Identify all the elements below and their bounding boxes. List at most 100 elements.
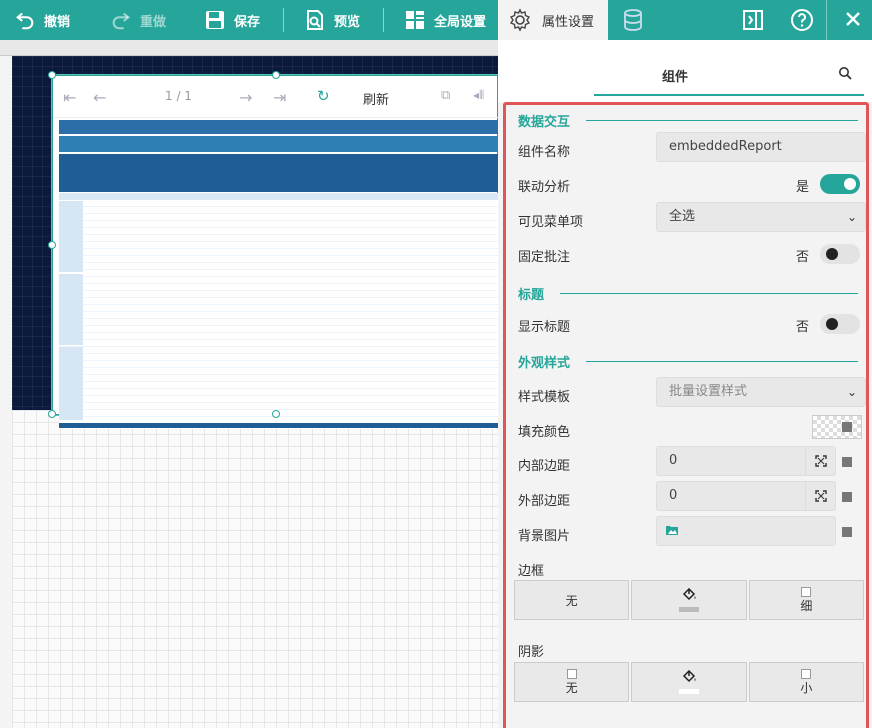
paint-bucket-icon bbox=[681, 587, 697, 605]
border-options: 无 细 bbox=[514, 580, 864, 620]
report-total-row bbox=[59, 193, 499, 200]
embedded-report-component[interactable]: ⇤ ← 1 / 1 → ⇥ ↻ 刷新 ⧉ ◂⦀ bbox=[48, 71, 499, 429]
report-table-body bbox=[59, 193, 499, 429]
redo-icon bbox=[108, 7, 134, 33]
database-icon bbox=[622, 9, 644, 35]
fill-color-label: 填充颜色 bbox=[518, 425, 571, 440]
show-title-state: 否 bbox=[796, 320, 810, 335]
global-settings-label: 全局设置 bbox=[434, 14, 487, 30]
property-form: 数据交互 组件名称 embeddedReport 联动分析 是 可见菜单项 全选… bbox=[503, 102, 869, 728]
border-thin-label: 细 bbox=[800, 598, 813, 613]
margin-value: 0 bbox=[669, 488, 678, 503]
visible-menu-select[interactable]: 全选 ⌄ bbox=[656, 202, 866, 232]
first-page-icon[interactable]: ⇤ bbox=[63, 88, 76, 107]
shadow-color-preview bbox=[678, 689, 699, 694]
layout-grid-icon bbox=[402, 7, 428, 33]
background-image-picker[interactable] bbox=[656, 516, 836, 546]
save-label: 保存 bbox=[234, 14, 261, 30]
resize-handle[interactable] bbox=[272, 71, 280, 79]
expand-icon[interactable] bbox=[805, 447, 835, 475]
prev-page-icon[interactable]: ← bbox=[93, 88, 106, 107]
report-table-header bbox=[59, 154, 499, 192]
padding-checkbox[interactable] bbox=[842, 457, 852, 467]
page-indicator: 1 / 1 bbox=[165, 89, 192, 103]
section-divider bbox=[586, 120, 858, 121]
shadow-box-icon bbox=[566, 668, 577, 679]
border-thin-button[interactable]: 细 bbox=[748, 580, 864, 620]
section-data-interaction: 数据交互 bbox=[518, 115, 571, 130]
style-template-value: 批量设置样式 bbox=[669, 384, 748, 399]
fixed-annotation-toggle[interactable] bbox=[820, 244, 860, 264]
preview-button[interactable]: 预览 bbox=[302, 0, 360, 40]
chevron-down-icon: ⌄ bbox=[846, 210, 857, 224]
next-page-icon[interactable]: → bbox=[239, 88, 252, 107]
border-label: 边框 bbox=[518, 564, 545, 579]
shadow-options: 无 小 bbox=[514, 662, 864, 702]
shadow-small-label: 小 bbox=[800, 680, 813, 695]
linkage-toggle[interactable] bbox=[820, 174, 860, 194]
design-canvas[interactable]: ⇤ ← 1 / 1 → ⇥ ↻ 刷新 ⧉ ◂⦀ bbox=[0, 40, 499, 728]
toggle-panel-button[interactable] bbox=[742, 9, 764, 34]
preview-label: 预览 bbox=[334, 14, 361, 30]
gear-icon bbox=[508, 8, 532, 32]
collapse-icon[interactable]: ◂⦀ bbox=[473, 88, 484, 103]
shadow-none-button[interactable]: 无 bbox=[514, 662, 630, 702]
show-title-label: 显示标题 bbox=[518, 320, 571, 335]
fill-color-swatch[interactable] bbox=[812, 415, 862, 439]
section-title: 标题 bbox=[518, 288, 545, 303]
tab-property-settings[interactable]: 属性设置 bbox=[498, 0, 608, 40]
visible-menu-value: 全选 bbox=[669, 209, 696, 224]
export-icon[interactable]: ⧉ bbox=[441, 88, 450, 103]
margin-checkbox[interactable] bbox=[842, 492, 852, 502]
panel-collapse-icon bbox=[742, 10, 764, 34]
global-settings-button[interactable]: 全局设置 bbox=[402, 0, 486, 40]
tab-datasource[interactable] bbox=[622, 8, 644, 35]
shadow-color-button[interactable] bbox=[631, 662, 747, 702]
style-template-label: 样式模板 bbox=[518, 390, 571, 405]
padding-label: 内部边距 bbox=[518, 459, 571, 474]
resize-handle[interactable] bbox=[48, 241, 56, 249]
paint-bucket-icon bbox=[681, 669, 697, 687]
report-group-cell bbox=[59, 274, 83, 346]
save-button[interactable]: 保存 bbox=[202, 0, 260, 40]
help-button[interactable] bbox=[790, 8, 814, 35]
tab-component[interactable]: 组件 bbox=[662, 66, 688, 85]
resize-handle[interactable] bbox=[48, 71, 56, 79]
refresh-icon[interactable]: ↻ bbox=[317, 87, 330, 105]
resize-handle[interactable] bbox=[272, 410, 280, 418]
component-name-input[interactable]: embeddedReport bbox=[656, 132, 866, 162]
padding-value: 0 bbox=[669, 453, 678, 468]
fixed-annotation-state: 否 bbox=[796, 250, 810, 265]
margin-input[interactable]: 0 bbox=[656, 481, 836, 511]
refresh-label[interactable]: 刷新 bbox=[363, 89, 389, 108]
toolbar-divider bbox=[826, 0, 827, 40]
last-page-icon[interactable]: ⇥ bbox=[273, 88, 286, 107]
close-button[interactable] bbox=[844, 10, 862, 31]
fill-color-checkbox[interactable] bbox=[842, 422, 852, 432]
shadow-none-label: 无 bbox=[565, 680, 578, 695]
fixed-annotation-label: 固定批注 bbox=[518, 250, 571, 265]
redo-button[interactable]: 重做 bbox=[108, 0, 166, 40]
search-icon[interactable] bbox=[838, 66, 852, 83]
help-icon bbox=[790, 9, 814, 35]
border-none-button[interactable]: 无 bbox=[514, 580, 630, 620]
border-box-icon bbox=[801, 586, 812, 597]
properties-panel: 组件 数据交互 组件名称 embeddedReport 联动分析 是 可见菜单项… bbox=[498, 40, 872, 728]
show-title-toggle[interactable] bbox=[820, 314, 860, 334]
linkage-state: 是 bbox=[796, 180, 810, 195]
margin-label: 外部边距 bbox=[518, 494, 571, 509]
border-none-label: 无 bbox=[565, 593, 578, 608]
folder-image-icon bbox=[665, 524, 679, 539]
report-title-bar bbox=[59, 120, 499, 134]
padding-input[interactable]: 0 bbox=[656, 446, 836, 476]
background-image-checkbox[interactable] bbox=[842, 527, 852, 537]
border-color-button[interactable] bbox=[631, 580, 747, 620]
expand-icon[interactable] bbox=[805, 482, 835, 510]
report-description bbox=[59, 136, 499, 152]
resize-handle[interactable] bbox=[48, 410, 56, 418]
shadow-small-button[interactable]: 小 bbox=[748, 662, 864, 702]
redo-label: 重做 bbox=[140, 14, 167, 30]
report-footer-row bbox=[59, 423, 499, 428]
style-template-select[interactable]: 批量设置样式 ⌄ bbox=[656, 377, 866, 407]
undo-button[interactable]: 撤销 bbox=[12, 0, 70, 40]
